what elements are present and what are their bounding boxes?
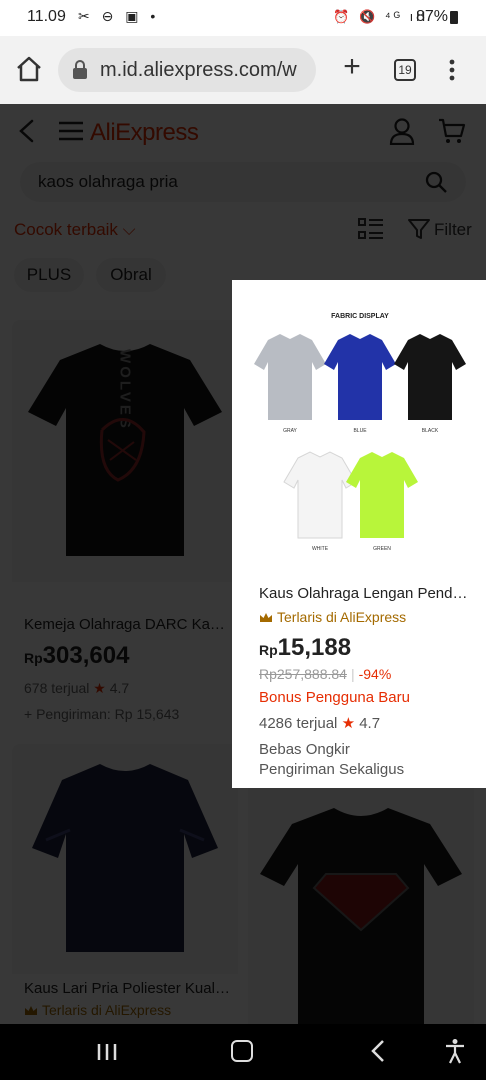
- star-icon: ★: [341, 715, 356, 732]
- swatch-label: GRAY: [283, 428, 297, 434]
- original-price-row: Rp257,888.84 | -94%: [259, 666, 391, 682]
- sort-dropdown[interactable]: Cocok terbaik ⌵: [14, 220, 136, 240]
- original-price: Rp257,888.84: [259, 666, 347, 682]
- sold-count: 4286 terjual: [259, 715, 338, 732]
- combined-shipping-label: Pengiriman Sekaligus: [259, 761, 405, 778]
- accessibility-icon[interactable]: [444, 1038, 466, 1064]
- search-icon[interactable]: [424, 170, 448, 194]
- filter-button[interactable]: Filter: [408, 216, 474, 242]
- product-card[interactable]: WOLVES Kemeja Olahraga DARC Kaus ... Rp3…: [12, 320, 238, 730]
- chevron-down-icon: ⌵: [117, 220, 136, 239]
- more-options-icon[interactable]: [444, 58, 460, 82]
- highlighted-product-panel[interactable]: FABRIC DISPLAY GRAY BLUE BLACK WHITE GREEN K…: [232, 280, 486, 788]
- product-title[interactable]: Kaus Olahraga Lengan Pende...: [259, 585, 469, 602]
- filter-label: Filter: [434, 220, 472, 239]
- rating-value: 4.7: [109, 680, 130, 696]
- bestseller-label: Terlaris di AliExpress: [42, 1002, 172, 1018]
- new-user-bonus: Bonus Pengguna Baru: [259, 689, 410, 706]
- battery-icon: [450, 11, 458, 24]
- product-title[interactable]: Kemeja Olahraga DARC Kaus ...: [24, 616, 230, 633]
- image-caption: FABRIC DISPLAY: [331, 313, 389, 320]
- price-currency: Rp: [24, 650, 43, 666]
- back-icon[interactable]: [370, 1039, 386, 1063]
- url-text[interactable]: m.id.aliexpress.com/w: [100, 59, 297, 82]
- discount-percent: -94%: [358, 666, 392, 682]
- bestseller-badge: Terlaris di AliExpress: [259, 609, 406, 627]
- search-query[interactable]: kaos olahraga pria: [38, 172, 178, 192]
- shipping-fee: + Pengiriman: Rp 15,643: [24, 706, 180, 722]
- battery-level: 87%: [415, 8, 448, 25]
- sold-count: 678 terjual: [24, 680, 90, 696]
- bestseller-label: Terlaris di AliExpress: [277, 609, 407, 625]
- price-separator: |: [350, 666, 355, 682]
- price-currency: Rp: [259, 642, 278, 658]
- hamburger-menu-icon[interactable]: [58, 120, 84, 142]
- home-icon[interactable]: [14, 54, 44, 84]
- price-value: 303,604: [42, 642, 130, 669]
- product-sold-rating: 4286 terjual ★ 4.7: [259, 714, 380, 732]
- free-shipping-label: Bebas Ongkir: [259, 741, 350, 758]
- star-icon: ★: [93, 680, 106, 696]
- sort-label[interactable]: Cocok terbaik: [14, 220, 118, 239]
- system-navigation-bar: [0, 1024, 486, 1080]
- product-image[interactable]: FABRIC DISPLAY GRAY BLUE BLACK WHITE GREEN: [250, 300, 474, 572]
- lock-icon: [73, 60, 87, 79]
- crown-icon: [25, 1006, 37, 1016]
- list-view-icon[interactable]: [358, 218, 384, 240]
- swatch-label: WHITE: [312, 546, 329, 552]
- search-bar[interactable]: kaos olahraga pria: [20, 162, 466, 202]
- recent-apps-icon[interactable]: [96, 1042, 118, 1062]
- status-notification-icons: ✂ ⊖ ▣ •: [78, 8, 160, 24]
- swatch-label: BLACK: [422, 428, 439, 434]
- swatch-label: GREEN: [373, 546, 391, 552]
- status-bar: 11.09 ✂ ⊖ ▣ • ⏰ 🔇 ⁴ᴳ ıll 87%: [0, 0, 486, 36]
- product-sold-rating: 678 terjual ★ 4.7: [24, 680, 129, 697]
- product-image[interactable]: WOLVES: [12, 320, 238, 582]
- url-bar[interactable]: m.id.aliexpress.com/w: [58, 48, 316, 92]
- swatch-label: BLUE: [353, 428, 367, 434]
- sort-row: Cocok terbaik ⌵ Filter: [0, 210, 486, 250]
- crown-icon: [260, 613, 272, 623]
- product-price: Rp303,604: [24, 642, 129, 670]
- chip-plus[interactable]: PLUS: [14, 258, 84, 292]
- status-time: 11.09: [27, 8, 66, 25]
- product-image[interactable]: [12, 744, 238, 974]
- product-card[interactable]: Kaus Lari Pria Poliester Kualit... Terla…: [12, 744, 238, 1024]
- status-system-icons: ⏰ 🔇 ⁴ᴳ ıll: [333, 9, 428, 24]
- filter-icon: [408, 219, 430, 239]
- user-icon[interactable]: [389, 117, 415, 145]
- highlighted-product-card[interactable]: FABRIC DISPLAY GRAY BLUE BLACK WHITE GREEN K…: [250, 300, 474, 778]
- product-title[interactable]: Kaus Lari Pria Poliester Kualit...: [24, 980, 230, 997]
- price-value: 15,188: [277, 634, 352, 661]
- screen: 11.09 ✂ ⊖ ▣ • ⏰ 🔇 ⁴ᴳ ıll 87% m.id.aliexp…: [0, 0, 486, 1080]
- back-arrow-icon[interactable]: [16, 118, 38, 144]
- new-tab-button[interactable]: +: [338, 52, 366, 82]
- chip-obral[interactable]: Obral: [96, 258, 166, 292]
- browser-toolbar: m.id.aliexpress.com/w + 19: [0, 36, 486, 104]
- tab-switcher-button[interactable]: 19: [394, 59, 416, 81]
- product-price: Rp15,188: [259, 634, 351, 662]
- site-header: AliExpress: [0, 104, 486, 154]
- cart-icon[interactable]: [438, 117, 466, 145]
- rating-value: 4.7: [359, 715, 381, 732]
- home-button-icon[interactable]: [231, 1040, 253, 1062]
- bestseller-badge: Terlaris di AliExpress: [24, 1002, 171, 1020]
- aliexpress-logo[interactable]: AliExpress: [90, 119, 199, 147]
